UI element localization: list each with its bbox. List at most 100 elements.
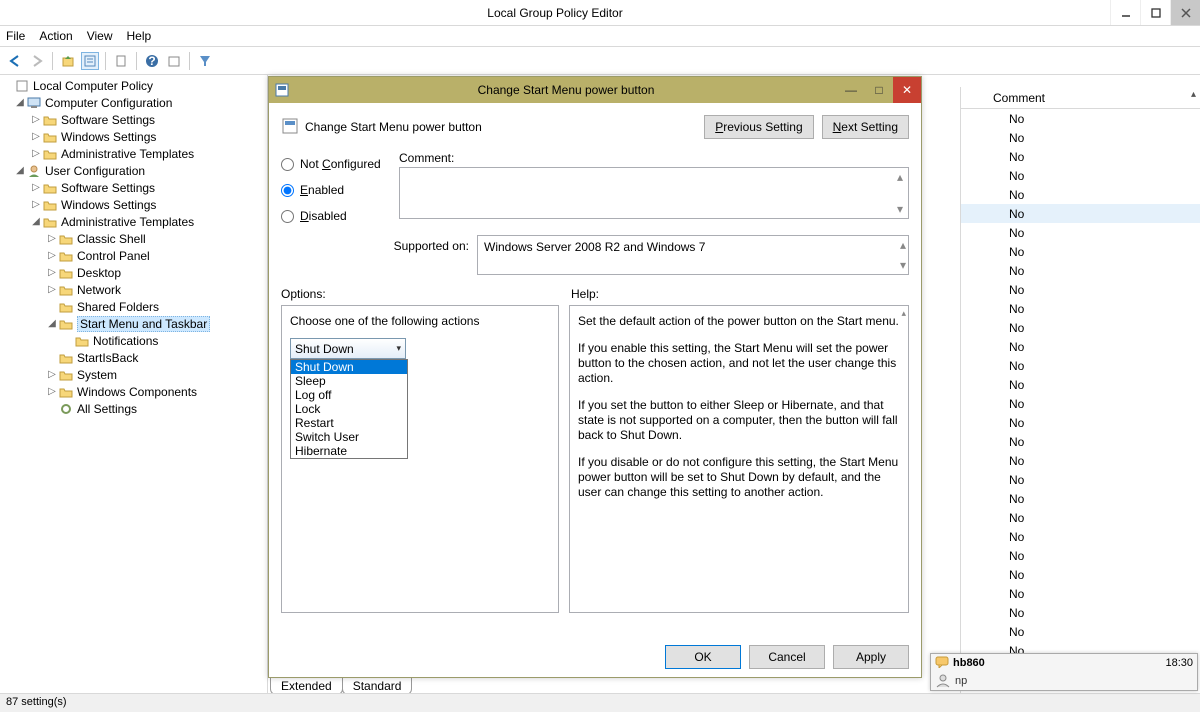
comment-cell[interactable]: No (961, 128, 1200, 147)
tree-uc-software[interactable]: Software Settings (61, 181, 155, 195)
comment-cell[interactable]: No (961, 413, 1200, 432)
comment-cell[interactable]: No (961, 337, 1200, 356)
comment-cell[interactable]: No (961, 185, 1200, 204)
status-bar: 87 setting(s) (0, 693, 1200, 712)
comment-cell[interactable]: No (961, 527, 1200, 546)
comment-cell[interactable]: No (961, 242, 1200, 261)
export-icon[interactable] (165, 52, 183, 70)
dropdown-option[interactable]: Log off (291, 388, 407, 402)
comment-cell[interactable]: No (961, 489, 1200, 508)
comment-cell[interactable]: No (961, 584, 1200, 603)
dialog-minimize-button[interactable]: — (837, 77, 865, 103)
menu-help[interactable]: Help (127, 29, 152, 43)
comment-cell[interactable]: No (961, 508, 1200, 527)
comment-cell[interactable]: No (961, 375, 1200, 394)
tree-cc-software[interactable]: Software Settings (61, 113, 155, 127)
policy-tree[interactable]: Local Computer Policy ◢Computer Configur… (0, 75, 268, 693)
tree-uc-admin[interactable]: Administrative Templates (61, 215, 194, 229)
cancel-button[interactable]: Cancel (749, 645, 825, 669)
settings-icon (58, 402, 74, 416)
radio-not-configured[interactable]: Not Configured (281, 151, 399, 177)
dropdown-option[interactable]: Restart (291, 416, 407, 430)
menu-file[interactable]: File (6, 29, 25, 43)
tree-root[interactable]: Local Computer Policy (33, 79, 153, 93)
close-button[interactable] (1170, 0, 1200, 25)
comment-textarea[interactable]: ▴▾ (399, 167, 909, 219)
dropdown-option[interactable]: Sleep (291, 374, 407, 388)
help-icon[interactable]: ? (143, 52, 161, 70)
tree-all-settings[interactable]: All Settings (77, 402, 137, 416)
dropdown-option[interactable]: Lock (291, 402, 407, 416)
dialog-title: Change Start Menu power button (295, 83, 837, 97)
dialog-close-button[interactable]: ✕ (893, 77, 921, 103)
comment-cell[interactable]: No (961, 318, 1200, 337)
notification-user: hb860 (953, 657, 985, 669)
combo-value: Shut Down (295, 342, 354, 356)
tree-classic-shell[interactable]: Classic Shell (77, 232, 146, 246)
tree-network[interactable]: Network (77, 283, 121, 297)
chevron-down-icon: ▾ (396, 343, 401, 354)
radio-enabled[interactable]: Enabled (281, 177, 399, 203)
comment-cell[interactable]: No (961, 432, 1200, 451)
maximize-button[interactable] (1140, 0, 1170, 25)
tree-uc-windows[interactable]: Windows Settings (61, 198, 156, 212)
forward-icon[interactable] (28, 52, 46, 70)
avatar-icon (935, 672, 951, 691)
comment-cell[interactable]: No (961, 166, 1200, 185)
menu-view[interactable]: View (87, 29, 113, 43)
dropdown-option[interactable]: Switch User (291, 430, 407, 444)
comment-cell[interactable]: No (961, 451, 1200, 470)
back-icon[interactable] (6, 52, 24, 70)
chat-notification[interactable]: hb860 18:30 np (930, 653, 1198, 691)
action-combobox[interactable]: Shut Down ▾ Shut DownSleepLog offLockRes… (290, 338, 406, 359)
dropdown-option[interactable]: Shut Down (291, 360, 407, 374)
filter-icon[interactable] (196, 52, 214, 70)
dialog-maximize-button[interactable]: □ (865, 77, 893, 103)
comment-cell[interactable]: No (961, 546, 1200, 565)
tree-desktop[interactable]: Desktop (77, 266, 121, 280)
tree-system[interactable]: System (77, 368, 117, 382)
up-icon[interactable] (59, 52, 77, 70)
comment-cell[interactable]: No (961, 603, 1200, 622)
setting-name: Change Start Menu power button (305, 120, 704, 134)
comment-label: Comment: (399, 151, 909, 165)
comment-cell[interactable]: No (961, 109, 1200, 128)
apply-button[interactable]: Apply (833, 645, 909, 669)
refresh-icon[interactable] (112, 52, 130, 70)
tree-cc-windows[interactable]: Windows Settings (61, 130, 156, 144)
comment-cell[interactable]: No (961, 147, 1200, 166)
tree-computer-config[interactable]: Computer Configuration (45, 96, 172, 110)
column-header-comment[interactable]: Comment (961, 87, 1200, 109)
comment-cell[interactable]: No (961, 565, 1200, 584)
action-dropdown[interactable]: Shut DownSleepLog offLockRestartSwitch U… (290, 359, 408, 459)
comment-cell[interactable]: No (961, 261, 1200, 280)
comment-cell[interactable]: No (961, 223, 1200, 242)
scroll-up-icon[interactable]: ▴ (1191, 89, 1196, 100)
details-icon[interactable] (81, 52, 99, 70)
comment-cell[interactable]: No (961, 622, 1200, 641)
comment-cell[interactable]: No (961, 299, 1200, 318)
notification-time: 18:30 (1165, 657, 1193, 669)
tree-cc-admin[interactable]: Administrative Templates (61, 147, 194, 161)
comment-cell[interactable]: No (961, 470, 1200, 489)
menu-action[interactable]: Action (39, 29, 72, 43)
tree-startisback[interactable]: StartIsBack (77, 351, 138, 365)
tree-shared-folders[interactable]: Shared Folders (77, 300, 159, 314)
previous-setting-button[interactable]: Previous Setting (704, 115, 813, 139)
minimize-button[interactable] (1110, 0, 1140, 25)
comment-cell[interactable]: No (961, 394, 1200, 413)
tree-notifications[interactable]: Notifications (93, 334, 158, 348)
options-label: Options: (281, 287, 571, 301)
tree-windows-components[interactable]: Windows Components (77, 385, 197, 399)
tree-control-panel[interactable]: Control Panel (77, 249, 150, 263)
tree-user-config[interactable]: User Configuration (45, 164, 145, 178)
tree-start-menu-taskbar[interactable]: Start Menu and Taskbar (77, 316, 210, 332)
comment-cell[interactable]: No (961, 204, 1200, 223)
next-setting-button[interactable]: Next Setting (822, 115, 909, 139)
comment-cell[interactable]: No (961, 356, 1200, 375)
dropdown-option[interactable]: Hibernate (291, 444, 407, 458)
comment-cell[interactable]: No (961, 280, 1200, 299)
radio-disabled[interactable]: Disabled (281, 203, 399, 229)
comment-column: ▴ Comment NoNoNoNoNoNoNoNoNoNoNoNoNoNoNo… (960, 87, 1200, 697)
ok-button[interactable]: OK (665, 645, 741, 669)
